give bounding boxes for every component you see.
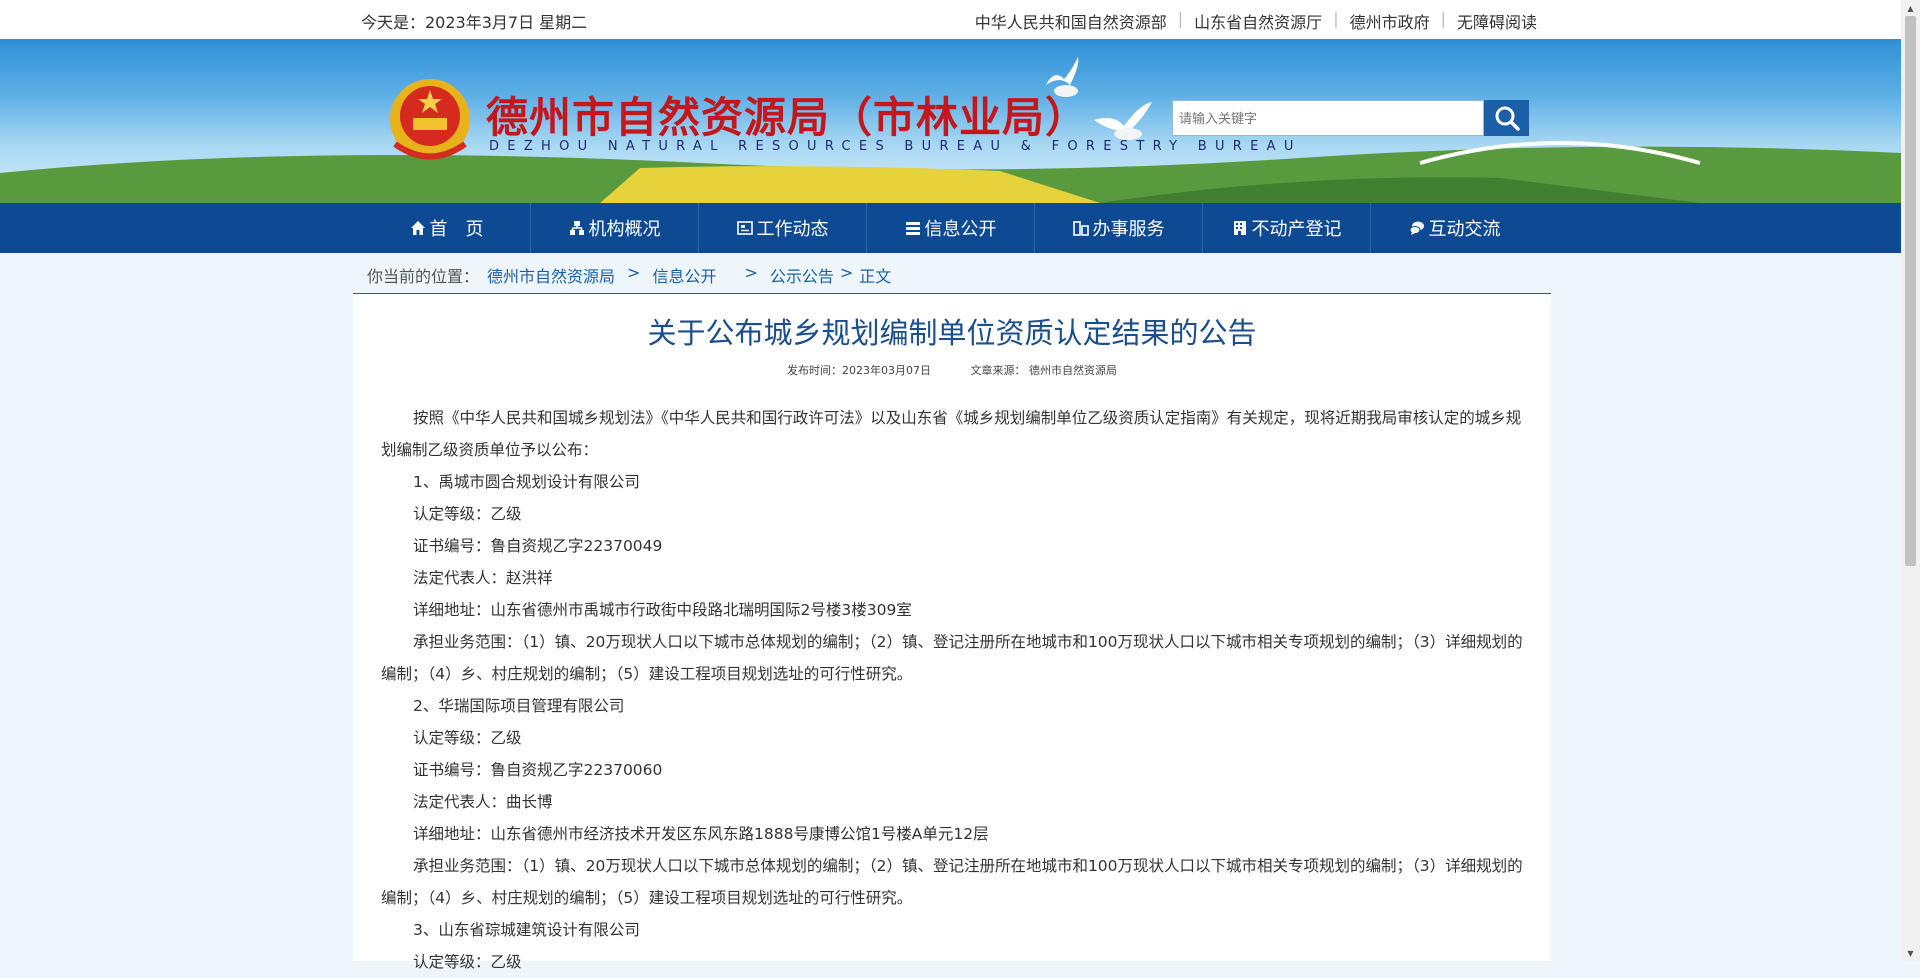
list-icon: [905, 222, 920, 235]
search-input[interactable]: [1177, 101, 1471, 137]
article-title: 关于公布城乡规划编制单位资质认定结果的公告: [647, 316, 1257, 350]
scrollbar-thumb[interactable]: [1905, 16, 1916, 566]
top-links: 中华人民共和国自然资源部 | 山东省自然资源厅 | 德州市政府 | 无障碍阅读: [975, 9, 1537, 33]
top-bar: 今天是：2023年3月7日 星期二 中华人民共和国自然资源部 | 山东省自然资源…: [0, 0, 1901, 39]
paragraph: 按照《中华人民共和国城乡规划法》《中华人民共和国行政许可法》以及山东省《城乡规划…: [381, 409, 1522, 459]
search-box: [1172, 100, 1484, 137]
link-accessibility[interactable]: 无障碍阅读: [1457, 9, 1537, 33]
nav-real-estate[interactable]: 不动产登记: [1203, 203, 1371, 253]
breadcrumb-home[interactable]: 德州市自然资源局: [487, 263, 615, 287]
breadcrumb-info[interactable]: 信息公开: [652, 263, 716, 287]
paragraph: 法定代表人：赵洪祥: [413, 569, 553, 587]
page-scrollbar[interactable]: ▲ ▼: [1901, 0, 1920, 961]
dove-icon: [1046, 57, 1079, 97]
article-meta: 发布时间：2023年03月07日 文章来源： 德州市自然资源局: [353, 362, 1551, 378]
paragraph: 2、华瑞国际项目管理有限公司: [413, 697, 625, 715]
breadcrumb-separator: >: [744, 263, 758, 282]
divider: |: [1177, 9, 1184, 28]
paragraph: 详细地址：山东省德州市经济技术开发区东风东路1888号康博公馆1号楼A单元12层: [413, 825, 989, 843]
breadcrumb-prefix: 你当前的位置：: [367, 267, 480, 286]
search-icon: [1495, 106, 1520, 131]
paragraph: 证书编号：鲁自资规乙字22370049: [413, 537, 663, 555]
paragraph: 证书编号：鲁自资规乙字22370060: [413, 761, 663, 779]
nav-home[interactable]: 首 页: [363, 203, 531, 253]
paragraph: 认定等级：乙级: [413, 953, 522, 971]
divider: |: [1333, 9, 1339, 28]
nav-work-news[interactable]: 工作动态: [699, 203, 867, 253]
nav-label: 信息公开: [924, 219, 997, 240]
nav-label: 互动交流: [1428, 219, 1501, 240]
service-icon: [1072, 221, 1089, 236]
article-source: 文章来源： 德州市自然资源局: [970, 364, 1118, 377]
nav-label: 不动产登记: [1251, 219, 1342, 240]
link-dezhou-gov[interactable]: 德州市政府: [1350, 9, 1430, 33]
home-icon: [410, 221, 425, 235]
news-icon: [736, 221, 753, 235]
paragraph: 1、禹城市圆合规划设计有限公司: [413, 473, 640, 491]
paragraph: 认定等级：乙级: [413, 729, 522, 747]
breadcrumb-current: 正文: [859, 267, 892, 286]
breadcrumb-notices[interactable]: 公示公告: [770, 263, 834, 287]
nav-interaction[interactable]: 互动交流: [1371, 203, 1538, 253]
breadcrumb-separator: >: [839, 263, 854, 282]
nav-organization[interactable]: 机构概况: [531, 203, 699, 253]
scroll-up-arrow-icon[interactable]: ▲: [1901, 0, 1920, 16]
paragraph: 认定等级：乙级: [413, 505, 522, 523]
paragraph: 详细地址：山东省德州市禹城市行政街中段路北瑞明国际2号楼3楼309室: [413, 601, 912, 619]
site-title: 德州市自然资源局（市林业局）: [486, 93, 1089, 142]
paragraph: 3、山东省琮城建筑设计有限公司: [413, 921, 640, 939]
current-date: 今天是：2023年3月7日 星期二: [361, 13, 588, 32]
paragraph: 承担业务范围：（1）镇、20万现状人口以下城市总体规划的编制；（2）镇、登记注册…: [381, 633, 1523, 683]
org-icon: [569, 221, 584, 235]
divider: |: [1440, 9, 1446, 28]
breadcrumb: 你当前的位置： 德州市自然资源局 > 信息公开 > 公示公告 > 正文: [353, 253, 1551, 294]
national-emblem-icon: [390, 79, 470, 160]
paragraph: 承担业务范围：（1）镇、20万现状人口以下城市总体规划的编制；（2）镇、登记注册…: [381, 857, 1523, 907]
main-nav: 首 页 机构概况 工作动态 信息公开 办事服务 不动产登记 互动交流: [0, 203, 1901, 253]
article-panel: 关于公布城乡规划编制单位资质认定结果的公告 发布时间：2023年03月07日 文…: [353, 294, 1551, 971]
nav-services[interactable]: 办事服务: [1035, 203, 1203, 253]
nav-label: 机构概况: [588, 219, 661, 240]
scroll-down-arrow-icon[interactable]: ▼: [1901, 945, 1920, 961]
link-shandong-dnr[interactable]: 山东省自然资源厅: [1194, 9, 1322, 33]
nav-label: 工作动态: [756, 219, 829, 240]
dove-icon: [1094, 102, 1152, 140]
site-subtitle: DEZHOU NATURAL RESOURCES BUREAU & FOREST…: [489, 139, 1302, 154]
breadcrumb-separator: >: [627, 263, 641, 282]
paragraph: 法定代表人：曲长博: [413, 793, 553, 811]
building-icon: [1233, 221, 1246, 235]
nav-info-disclosure[interactable]: 信息公开: [867, 203, 1035, 253]
publish-time: 发布时间：2023年03月07日: [787, 364, 931, 377]
nav-label: 首 页: [429, 219, 484, 240]
article-body: 按照《中华人民共和国城乡规划法》《中华人民共和国行政许可法》以及山东省《城乡规划…: [381, 402, 1523, 978]
link-mnr[interactable]: 中华人民共和国自然资源部: [975, 9, 1167, 33]
nav-label: 办事服务: [1092, 219, 1165, 240]
search-button[interactable]: [1484, 100, 1529, 136]
chat-icon: [1409, 221, 1424, 235]
